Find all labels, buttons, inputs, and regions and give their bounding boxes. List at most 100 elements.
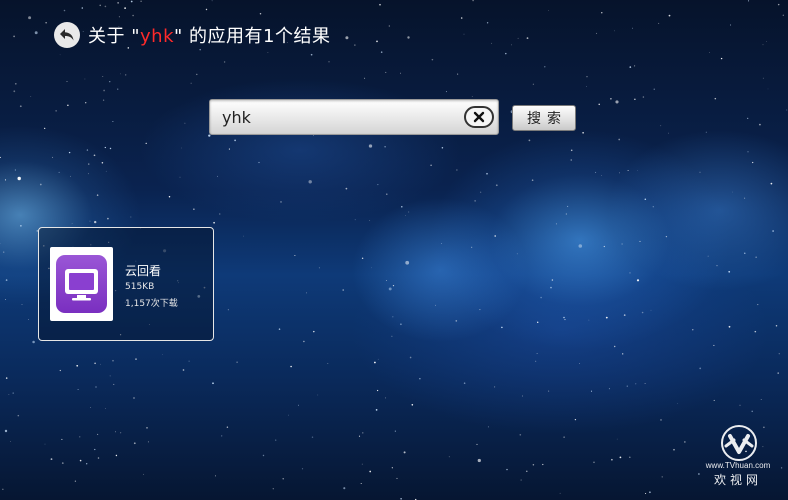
- star: [610, 97, 612, 100]
- star: [479, 309, 481, 311]
- star: [379, 3, 381, 6]
- star: [668, 14, 671, 17]
- star: [775, 324, 778, 327]
- star: [32, 340, 35, 344]
- star: [755, 256, 757, 258]
- star: [618, 138, 621, 141]
- star: [118, 16, 120, 18]
- star: [55, 110, 57, 112]
- star: [99, 363, 101, 365]
- page-header: 关于 "yhk" 的应用有1个结果: [54, 20, 330, 50]
- star: [243, 235, 244, 237]
- star: [5, 299, 6, 300]
- star: [448, 456, 450, 458]
- star: [455, 320, 458, 322]
- star: [132, 14, 134, 17]
- star: [388, 287, 392, 291]
- star: [96, 194, 99, 196]
- star: [532, 83, 535, 85]
- star: [97, 457, 100, 459]
- star: [705, 131, 707, 133]
- star: [471, 246, 473, 248]
- star: [115, 454, 118, 457]
- star: [661, 476, 663, 478]
- star: [456, 169, 458, 171]
- star: [673, 448, 675, 451]
- star: [579, 363, 580, 364]
- star: [463, 33, 465, 35]
- star: [708, 51, 710, 53]
- star: [361, 257, 364, 259]
- app-result-card[interactable]: 云回看 515KB 1,157次下载: [38, 227, 214, 341]
- star: [511, 44, 512, 46]
- star: [196, 73, 198, 76]
- search-input[interactable]: [210, 100, 460, 134]
- star: [376, 40, 378, 43]
- search-box: [209, 99, 499, 135]
- star: [619, 456, 622, 459]
- star: [52, 156, 54, 158]
- star: [19, 105, 22, 108]
- star: [117, 2, 119, 4]
- star: [223, 61, 226, 63]
- star: [430, 164, 432, 166]
- star: [486, 22, 489, 24]
- star: [471, 96, 473, 97]
- star: [290, 365, 292, 368]
- star: [403, 451, 406, 454]
- star: [747, 151, 749, 153]
- star: [782, 14, 784, 16]
- star: [294, 255, 296, 256]
- star: [14, 82, 17, 85]
- star: [548, 390, 550, 392]
- star: [236, 361, 238, 364]
- star: [570, 159, 572, 161]
- star: [13, 90, 16, 93]
- app-name: 云回看: [125, 264, 162, 278]
- star: [377, 358, 379, 360]
- star: [68, 151, 71, 154]
- star: [732, 191, 733, 193]
- star: [74, 480, 77, 482]
- star: [369, 470, 372, 473]
- star: [748, 0, 750, 2]
- star: [629, 66, 632, 68]
- star: [184, 122, 186, 124]
- search-button[interactable]: 搜索: [512, 105, 576, 131]
- star: [313, 135, 314, 136]
- watermark-brand: 欢视网: [713, 473, 762, 487]
- star: [81, 7, 84, 9]
- star: [145, 142, 147, 145]
- clear-search-button[interactable]: [464, 106, 494, 128]
- star: [626, 385, 628, 387]
- star: [476, 443, 478, 445]
- star: [20, 225, 22, 227]
- star: [757, 304, 759, 306]
- star: [408, 211, 410, 213]
- star: [588, 319, 590, 321]
- star: [221, 435, 223, 437]
- star: [494, 235, 497, 237]
- star: [87, 173, 89, 175]
- app-icon-badge: [56, 255, 107, 313]
- star: [267, 51, 269, 53]
- star: [262, 454, 265, 457]
- star: [317, 394, 319, 396]
- star: [384, 146, 386, 148]
- star: [677, 402, 678, 404]
- star: [140, 0, 142, 3]
- star: [5, 279, 8, 281]
- star: [280, 201, 282, 203]
- star: [44, 443, 46, 445]
- title-suffix: " 的应用有1个结果: [174, 26, 331, 47]
- back-button[interactable]: [54, 22, 80, 48]
- star: [635, 383, 637, 385]
- star: [376, 389, 379, 392]
- close-icon: [473, 111, 485, 123]
- star: [526, 470, 528, 473]
- star: [107, 217, 109, 220]
- watermark-url: www.TVhuan.com: [705, 461, 771, 470]
- star: [565, 213, 567, 215]
- star: [77, 388, 79, 391]
- star: [567, 205, 569, 207]
